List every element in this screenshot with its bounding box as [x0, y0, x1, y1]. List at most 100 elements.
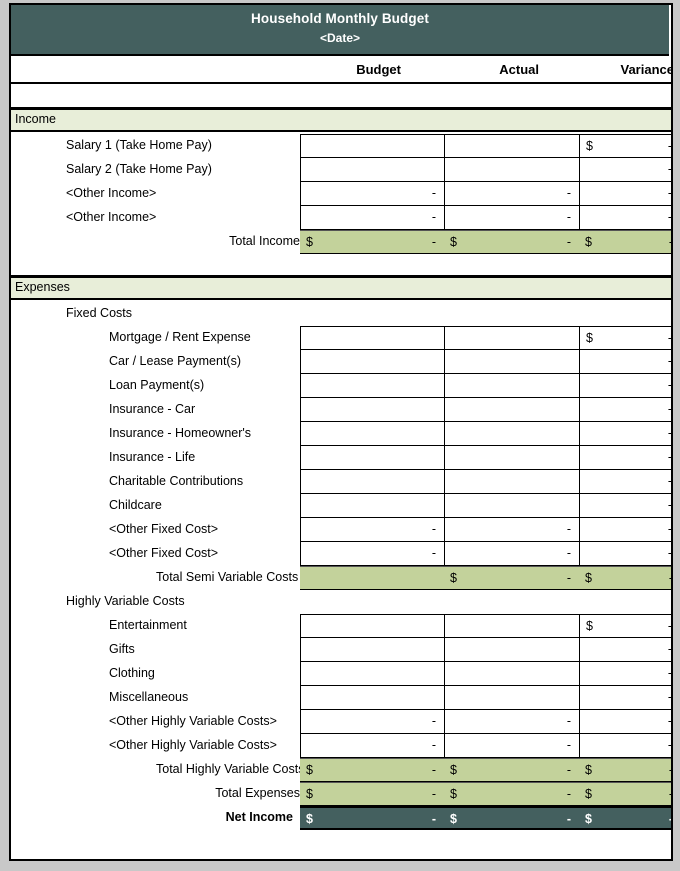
currency-symbol: $ [586, 139, 593, 153]
cell-value: - [566, 571, 571, 585]
cell-variance[interactable]: - [579, 158, 671, 182]
cell-actual[interactable] [444, 422, 579, 446]
cell-variance[interactable]: - [579, 686, 671, 710]
currency-symbol: $ [450, 812, 457, 826]
section-label-income: Income [15, 112, 56, 126]
cell-budget[interactable] [300, 494, 444, 518]
row-label: Insurance - Life [109, 450, 196, 464]
cell-budget[interactable]: - [300, 182, 444, 206]
cell-variance[interactable]: - [579, 182, 671, 206]
currency-symbol: $ [450, 571, 457, 585]
cell-budget[interactable]: - [300, 542, 444, 566]
table-row[interactable]: Loan Payment(s) - [11, 374, 671, 398]
cell-value: - [667, 498, 672, 512]
cell-variance[interactable]: - [579, 710, 671, 734]
cell-budget[interactable] [300, 134, 444, 158]
cell-variance[interactable]: - [579, 494, 672, 518]
cell-actual[interactable]: - [444, 542, 579, 566]
cell-actual[interactable] [444, 134, 579, 158]
section-band-expenses: Expenses [11, 277, 671, 300]
cell-budget[interactable]: - [300, 710, 444, 734]
table-row[interactable]: Salary 2 (Take Home Pay) - [11, 158, 671, 182]
cell-variance[interactable]: - [579, 350, 671, 374]
cell-actual[interactable]: - [444, 182, 579, 206]
cell-variance[interactable]: - [579, 734, 672, 758]
currency-symbol: $ [306, 787, 313, 801]
cell-variance[interactable]: $ - [579, 326, 672, 350]
table-row[interactable]: Miscellaneous - [11, 686, 671, 710]
cell-variance[interactable]: $ - [579, 134, 671, 158]
table-row[interactable]: Insurance - Car - [11, 398, 671, 422]
cell-variance[interactable]: - [579, 422, 671, 446]
table-row[interactable]: <Other Highly Variable Costs> - - - [11, 710, 671, 734]
cell-variance[interactable]: - [579, 662, 671, 686]
cell-variance-total: $ - [579, 566, 671, 590]
table-row[interactable]: Insurance - Life - [11, 446, 671, 470]
cell-variance[interactable]: - [579, 638, 671, 662]
cell-budget[interactable] [300, 350, 444, 374]
cell-value: - [667, 331, 672, 345]
table-row[interactable]: <Other Income> - - - [11, 182, 671, 206]
table-row[interactable]: Gifts - [11, 638, 671, 662]
table-row[interactable]: <Other Fixed Cost> - - - [11, 518, 671, 542]
cell-budget[interactable] [300, 398, 444, 422]
cell-actual[interactable] [444, 398, 579, 422]
cell-actual[interactable] [444, 158, 579, 182]
cell-budget[interactable] [300, 686, 444, 710]
table-row[interactable]: Entertainment $ - [11, 614, 671, 638]
cell-budget[interactable]: - [300, 734, 444, 758]
cell-budget[interactable] [300, 326, 444, 350]
cell-value: - [668, 763, 673, 777]
cell-actual[interactable] [444, 470, 579, 494]
cell-variance[interactable]: - [579, 374, 671, 398]
cell-budget[interactable] [300, 470, 444, 494]
cell-variance[interactable]: - [579, 398, 671, 422]
table-row[interactable]: <Other Fixed Cost> - - - [11, 542, 671, 566]
cell-actual[interactable]: - [444, 710, 579, 734]
currency-symbol: $ [306, 763, 313, 777]
table-row[interactable]: <Other Income> - - - [11, 206, 671, 230]
cell-actual[interactable] [444, 662, 579, 686]
table-row[interactable]: <Other Highly Variable Costs> - - - [11, 734, 671, 758]
cell-variance[interactable]: - [579, 470, 671, 494]
table-row[interactable]: Insurance - Homeowner's - [11, 422, 671, 446]
table-row[interactable]: Clothing - [11, 662, 671, 686]
cell-actual[interactable] [444, 326, 579, 350]
cell-variance[interactable]: - [579, 518, 671, 542]
cell-budget[interactable] [300, 662, 444, 686]
cell-budget[interactable] [300, 638, 444, 662]
table-row[interactable]: Car / Lease Payment(s) - [11, 350, 671, 374]
row-label: Insurance - Car [109, 402, 196, 416]
cell-actual[interactable] [444, 686, 579, 710]
table-row[interactable]: Childcare - [11, 494, 671, 518]
cell-budget[interactable] [300, 374, 444, 398]
cell-actual[interactable] [444, 374, 579, 398]
cell-actual[interactable] [444, 446, 579, 470]
cell-actual[interactable] [444, 350, 579, 374]
cell-value: - [667, 738, 672, 752]
cell-variance[interactable]: - [579, 446, 671, 470]
cell-budget[interactable] [300, 158, 444, 182]
cell-actual[interactable] [444, 494, 579, 518]
cell-budget[interactable]: - [300, 206, 444, 230]
worksheet-title-block: Household Monthly Budget <Date> [11, 5, 669, 56]
cell-budget[interactable] [300, 446, 444, 470]
currency-symbol: $ [585, 235, 592, 249]
cell-variance[interactable]: $ - [579, 614, 671, 638]
cell-variance[interactable]: - [579, 206, 671, 230]
cell-actual[interactable] [444, 614, 579, 638]
table-row[interactable]: Mortgage / Rent Expense $ - [11, 326, 671, 350]
cell-budget[interactable]: - [300, 518, 444, 542]
table-row[interactable]: Salary 1 (Take Home Pay) $ - [11, 134, 671, 158]
cell-value: - [431, 546, 436, 560]
cell-actual[interactable]: - [444, 518, 579, 542]
cell-variance[interactable]: - [579, 542, 671, 566]
row-label: <Other Highly Variable Costs> [109, 714, 277, 728]
cell-budget[interactable] [300, 614, 444, 638]
cell-value: - [566, 812, 571, 826]
cell-actual[interactable]: - [444, 734, 579, 758]
cell-actual[interactable] [444, 638, 579, 662]
cell-actual[interactable]: - [444, 206, 579, 230]
table-row[interactable]: Charitable Contributions - [11, 470, 671, 494]
cell-budget[interactable] [300, 422, 444, 446]
